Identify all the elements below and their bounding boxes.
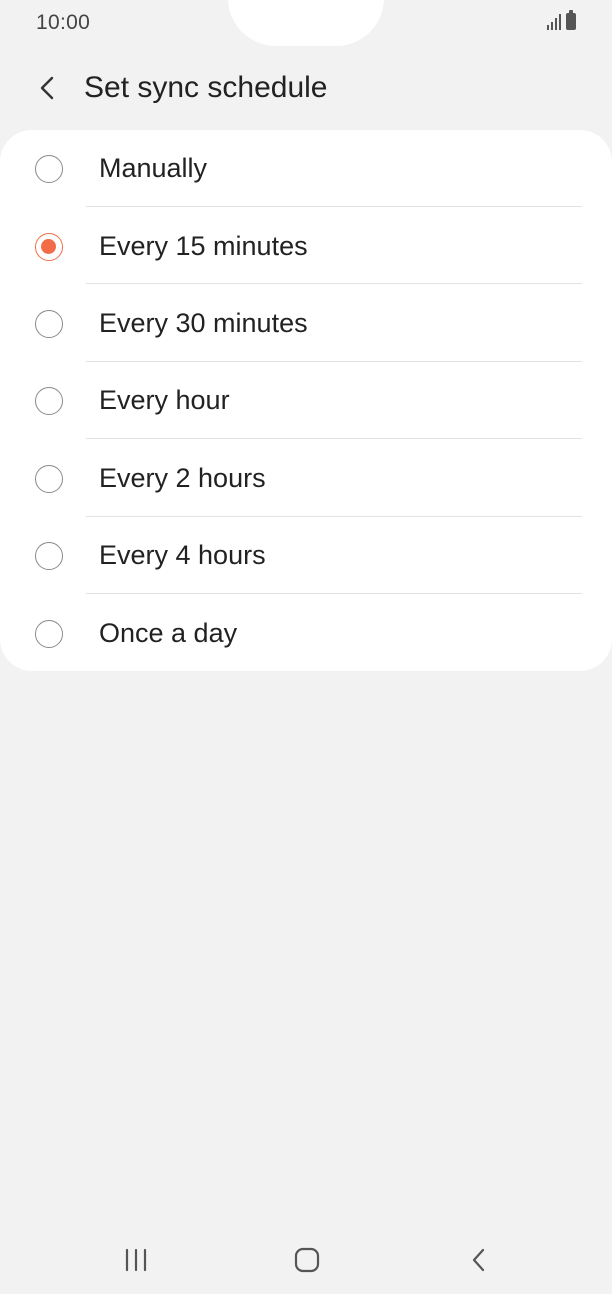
divider: [86, 206, 582, 207]
option-label: Every hour: [99, 385, 230, 415]
app-header: Set sync schedule: [0, 54, 612, 124]
radio-button[interactable]: [35, 619, 63, 648]
page-title: Set sync schedule: [84, 71, 328, 104]
divider: [86, 438, 582, 439]
option-label: Once a day: [99, 618, 238, 648]
radio-button[interactable]: [35, 309, 63, 338]
home-icon: [294, 1247, 320, 1273]
recents-icon: [125, 1248, 147, 1272]
option-every-hour[interactable]: Every hour: [0, 362, 612, 439]
radio-button[interactable]: [35, 386, 63, 415]
schedule-options-list: Manually Every 15 minutes Every 30 minut…: [0, 130, 612, 671]
signal-icon: [547, 12, 561, 30]
battery-icon: [566, 10, 576, 30]
status-bar: 10:00: [0, 0, 612, 46]
option-every-4-hours[interactable]: Every 4 hours: [0, 517, 612, 594]
back-icon: [472, 1248, 485, 1272]
option-every-2-hours[interactable]: Every 2 hours: [0, 440, 612, 517]
nav-back-button[interactable]: [455, 1244, 503, 1276]
chevron-left-icon: [40, 76, 54, 100]
radio-button-selected[interactable]: [35, 232, 63, 261]
option-label: Every 2 hours: [99, 463, 266, 493]
option-every-15-minutes[interactable]: Every 15 minutes: [0, 208, 612, 285]
radio-button[interactable]: [35, 464, 63, 493]
divider: [86, 283, 582, 284]
option-label: Every 30 minutes: [99, 308, 308, 338]
option-manually[interactable]: Manually: [0, 130, 612, 207]
option-label: Every 4 hours: [99, 540, 266, 570]
camera-notch: [228, 0, 384, 46]
navigation-bar: [0, 1226, 612, 1294]
option-label: Manually: [99, 153, 208, 183]
option-every-30-minutes[interactable]: Every 30 minutes: [0, 285, 612, 362]
option-once-a-day[interactable]: Once a day: [0, 595, 612, 672]
divider: [86, 593, 582, 594]
phone-screen: 10:00 Set sync schedule Manually Every 1…: [0, 0, 612, 1294]
radio-button[interactable]: [35, 541, 63, 570]
option-label: Every 15 minutes: [99, 231, 308, 261]
recents-button[interactable]: [112, 1244, 160, 1276]
back-button[interactable]: [28, 68, 68, 108]
home-button[interactable]: [283, 1244, 331, 1276]
radio-button[interactable]: [35, 154, 63, 183]
status-time: 10:00: [36, 11, 91, 34]
status-icons: [547, 10, 576, 30]
